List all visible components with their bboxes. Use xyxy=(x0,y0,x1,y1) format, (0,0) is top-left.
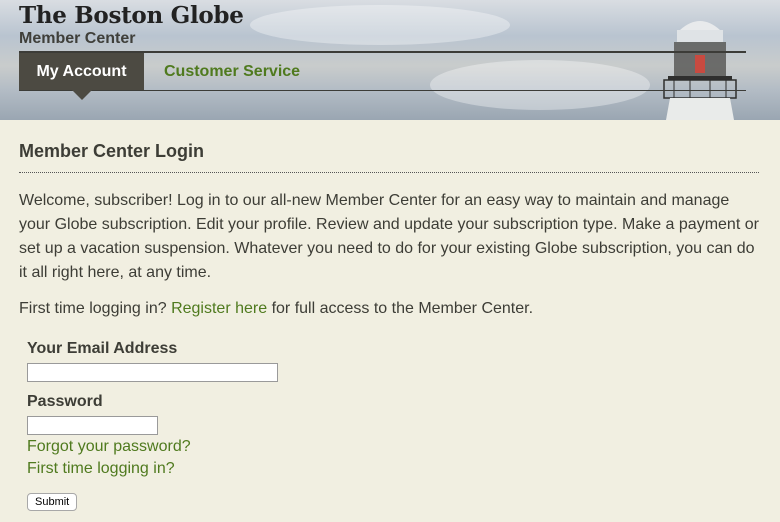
tab-customer-service[interactable]: Customer Service xyxy=(164,53,300,90)
email-field[interactable] xyxy=(27,363,278,382)
tab-my-account[interactable]: My Account xyxy=(19,53,144,90)
first-time-prefix: First time logging in? xyxy=(19,300,167,317)
intro-text: Welcome, subscriber! Log in to our all-n… xyxy=(19,192,759,281)
cloud-decoration xyxy=(250,5,510,45)
password-field[interactable] xyxy=(27,416,158,435)
member-center-subtitle: Member Center xyxy=(19,30,136,47)
register-here-link[interactable]: Register here xyxy=(171,300,267,317)
email-label: Your Email Address xyxy=(27,340,178,357)
boston-globe-logo[interactable]: The Boston Globe xyxy=(19,2,244,29)
login-content: Member Center Login Welcome, subscriber!… xyxy=(19,141,760,321)
login-form: Your Email Address Password Forgot your … xyxy=(27,340,278,511)
first-time-message: First time logging in? Register here for… xyxy=(19,297,760,321)
title-divider xyxy=(19,172,759,173)
lighthouse-image xyxy=(663,21,737,120)
password-label: Password xyxy=(27,393,103,410)
submit-button[interactable]: Submit xyxy=(27,493,78,511)
page-title: Member Center Login xyxy=(19,141,205,161)
first-time-link[interactable]: First time logging in? xyxy=(27,460,175,477)
nav-divider-bottom xyxy=(19,90,746,91)
forgot-password-link[interactable]: Forgot your password? xyxy=(27,438,191,455)
first-time-suffix: for full access to the Member Center. xyxy=(271,300,534,317)
header-banner: The Boston Globe Member Center My Accoun… xyxy=(0,0,780,120)
cloud-decoration xyxy=(430,60,650,110)
active-tab-pointer xyxy=(72,90,92,100)
